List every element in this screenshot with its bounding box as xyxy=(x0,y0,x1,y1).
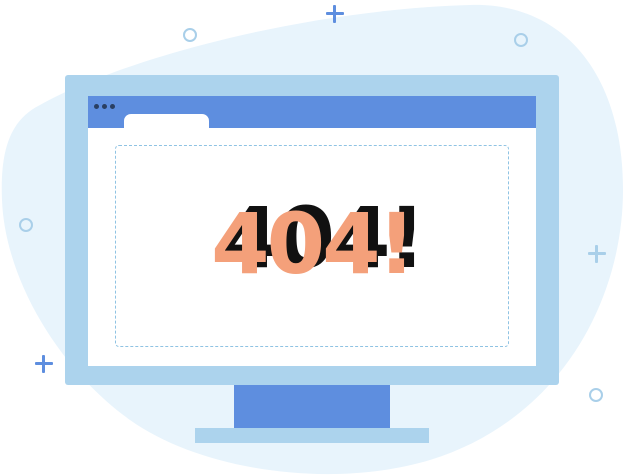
circle-decoration xyxy=(183,28,197,42)
plus-decoration-icon xyxy=(326,5,344,23)
error-code: 404! xyxy=(211,195,416,293)
monitor-screen: 404! 404! xyxy=(88,96,536,366)
circle-decoration xyxy=(589,388,603,402)
monitor-base xyxy=(195,428,429,443)
circle-decoration xyxy=(19,218,33,232)
plus-decoration-icon xyxy=(588,245,606,263)
plus-decoration-icon xyxy=(35,355,53,373)
circle-decoration xyxy=(514,33,528,47)
monitor-stand xyxy=(234,385,390,430)
error-code-group: 404! 404! xyxy=(88,96,536,366)
